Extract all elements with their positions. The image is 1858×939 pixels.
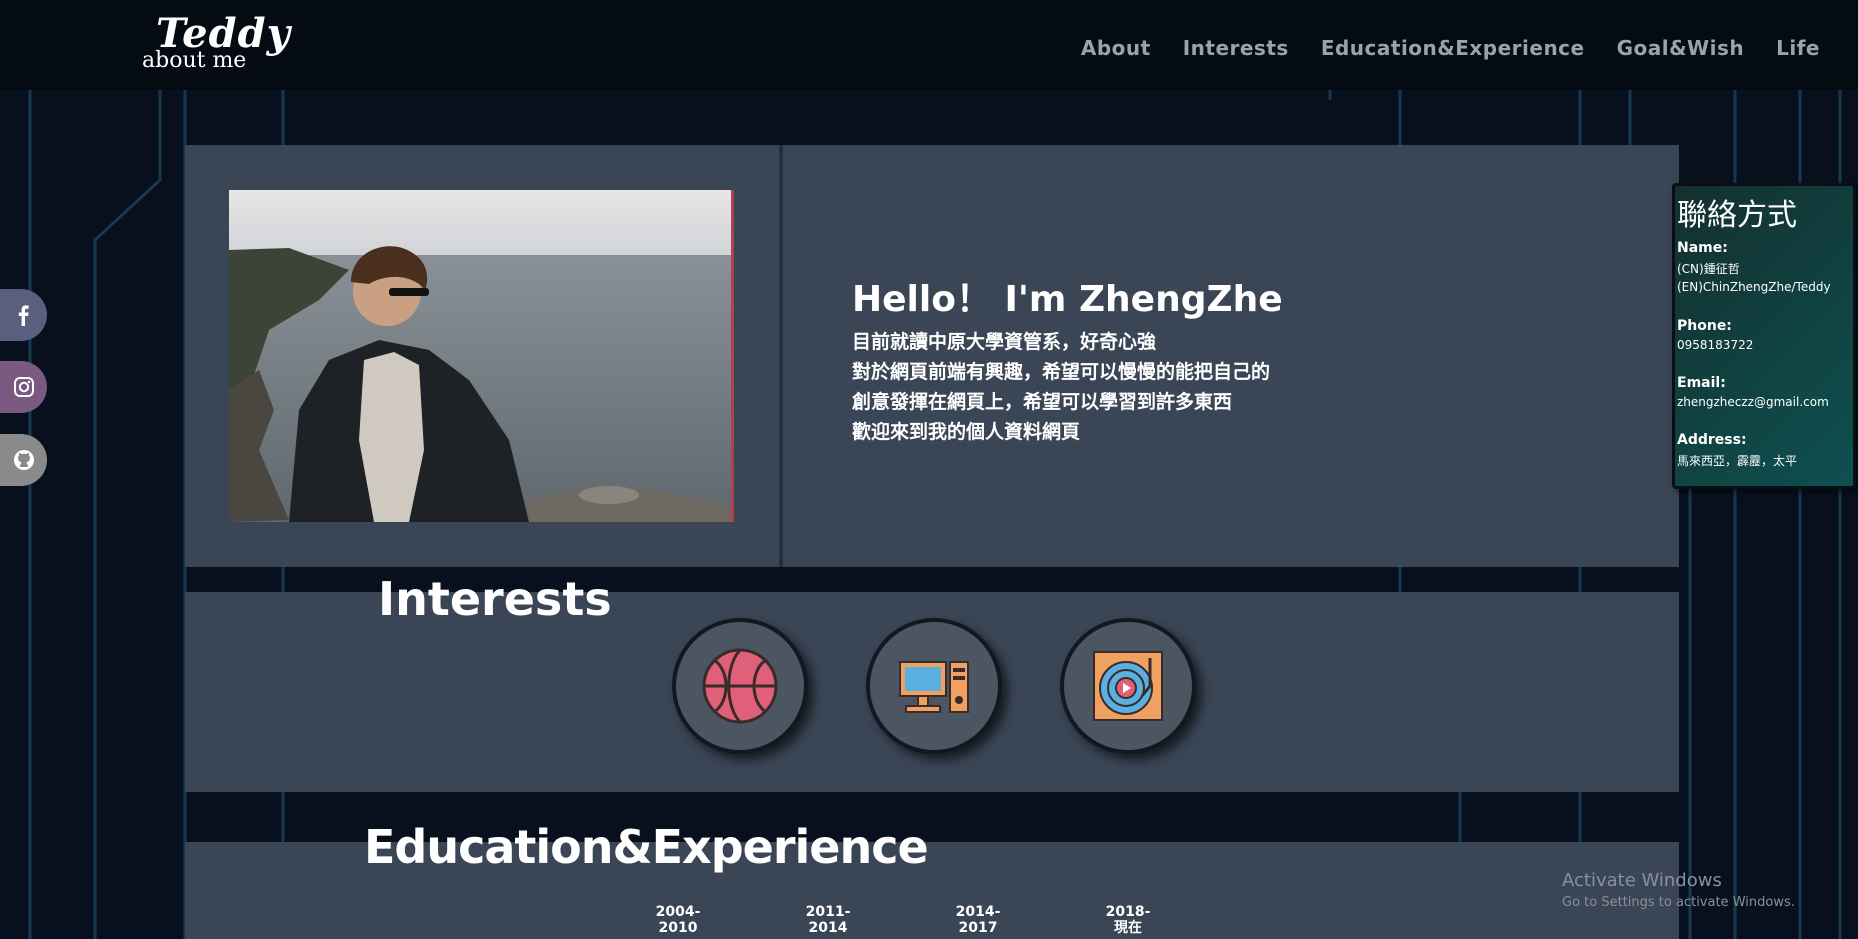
year-start: 2018- (1105, 904, 1151, 920)
timeline-year: 2011- 2014 (793, 904, 863, 936)
computer-icon (899, 661, 969, 713)
year-start: 2011- (805, 904, 851, 920)
name-en: (EN)ChinZhengZhe/Teddy (1677, 280, 1831, 294)
instagram-icon (13, 377, 34, 397)
profile-photo (229, 190, 734, 522)
hello-heading: Hello！ I'm ZhengZhe (852, 279, 1283, 320)
nav-link-education[interactable]: Education&Experience (1321, 36, 1585, 60)
email-label: Email: (1677, 375, 1726, 391)
top-nav: Teddy about me About Interests Education… (0, 0, 1858, 90)
year-end: 2014 (808, 920, 848, 936)
email-value[interactable]: zhengzheczz@gmail.com (1677, 395, 1829, 409)
address-label: Address: (1677, 432, 1747, 448)
interest-computer[interactable] (866, 618, 1002, 754)
year-start: 2004- (655, 904, 701, 920)
facebook-icon (18, 305, 29, 326)
bio-line: 對於網頁前端有興趣，希望可以慢慢的能把自己的 (852, 361, 1271, 383)
timeline-year: 2004- 2010 (643, 904, 713, 936)
nav-link-about[interactable]: About (1081, 36, 1151, 60)
github-icon (13, 450, 34, 470)
bio-text: 目前就讀中原大學資管系，好奇心強 對於網頁前端有興趣，希望可以慢慢的能把自己的 … (852, 327, 1270, 447)
phone-label: Phone: (1677, 318, 1732, 334)
bio-line: 目前就讀中原大學資管系，好奇心強 (852, 331, 1157, 353)
timeline-year: 2014- 2017 (943, 904, 1013, 936)
interests-title: Interests (378, 572, 612, 626)
year-start: 2014- (955, 904, 1001, 920)
interest-basketball[interactable] (672, 618, 808, 754)
activation-watermark: Activate Windows Go to Settings to activ… (1562, 870, 1795, 910)
nav-links: About Interests Education&Experience Goa… (1081, 36, 1820, 60)
nav-link-goal[interactable]: Goal&Wish (1617, 36, 1745, 60)
about-divider (779, 145, 783, 567)
bio-line: 創意發揮在網頁上，希望可以學習到許多東西 (852, 391, 1233, 413)
year-end: 2010 (658, 920, 698, 936)
basketball-icon (702, 648, 778, 724)
logo-subtitle: about me (142, 48, 247, 73)
watermark-subtitle: Go to Settings to activate Windows. (1562, 895, 1795, 910)
name-cn: (CN)鍾征哲 (1677, 262, 1740, 276)
interest-music[interactable] (1060, 618, 1196, 754)
address-value: 馬來西亞，霹靂，太平 (1677, 454, 1798, 468)
nav-link-life[interactable]: Life (1776, 36, 1820, 60)
education-title: Education&Experience (364, 820, 929, 874)
name-label: Name: (1677, 240, 1728, 256)
turntable-icon (1093, 651, 1163, 721)
timeline-year: 2018- 現在 (1093, 904, 1163, 936)
nav-link-interests[interactable]: Interests (1183, 36, 1289, 60)
contact-card: 聯絡方式 Name: (CN)鍾征哲 (EN)ChinZhengZhe/Tedd… (1672, 183, 1856, 489)
phone-value: 0958183722 (1677, 338, 1754, 352)
year-end: 現在 (1114, 920, 1142, 936)
year-end: 2017 (958, 920, 998, 936)
contact-title: 聯絡方式 (1677, 198, 1797, 233)
bio-line: 歡迎來到我的個人資料網頁 (852, 421, 1081, 443)
site-logo[interactable]: Teddy about me (140, 10, 290, 75)
watermark-title: Activate Windows (1562, 870, 1722, 891)
